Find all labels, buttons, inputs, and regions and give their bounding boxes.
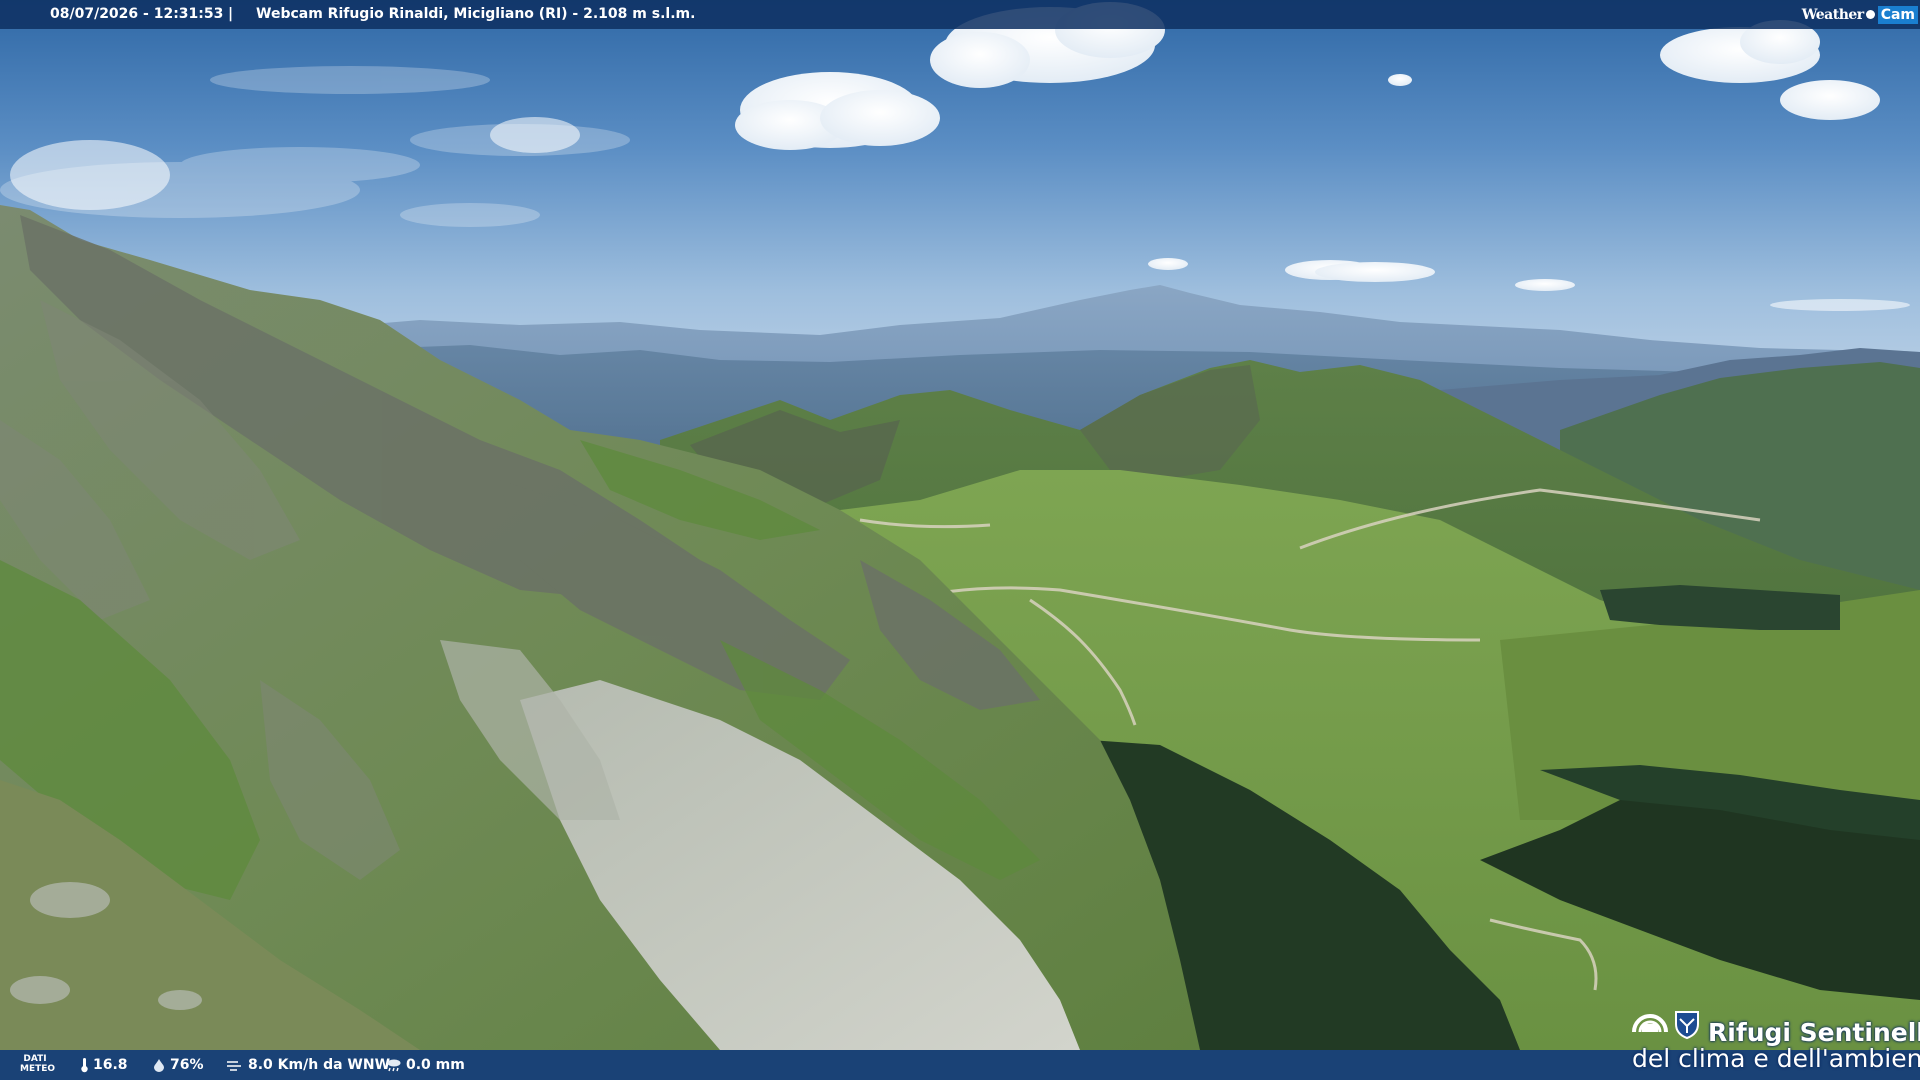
wind-reading: 8.0 Km/h da WNW bbox=[226, 1057, 390, 1073]
humidity-reading: 76% bbox=[152, 1057, 204, 1073]
humidity-value: 76% bbox=[170, 1057, 204, 1073]
thermometer-icon bbox=[81, 1058, 88, 1073]
sponsor-subtitle: del clima e dell'ambiente bbox=[1632, 1044, 1920, 1073]
weather-label-line1: DATI bbox=[23, 1054, 47, 1064]
rain-value: 0.0 mm bbox=[406, 1057, 465, 1073]
weather-label-line2: METEO bbox=[20, 1064, 56, 1074]
header-separator: | bbox=[228, 6, 234, 22]
rain-reading: 0.0 mm bbox=[386, 1057, 465, 1073]
temperature-reading: 16.8 bbox=[80, 1057, 128, 1073]
droplet-icon bbox=[154, 1059, 164, 1072]
webcam-header-bar: 08/07/2026 - 12:31:53 | Webcam Rifugio R… bbox=[0, 0, 1920, 29]
webcam-image bbox=[0, 0, 1920, 1080]
temperature-value: 16.8 bbox=[93, 1057, 128, 1073]
wind-value: 8.0 Km/h da WNW bbox=[248, 1057, 391, 1073]
webcam-title: Webcam Rifugio Rinaldi, Micigliano (RI) … bbox=[256, 6, 696, 22]
weather-data-label: DATI METEO bbox=[20, 1054, 56, 1074]
timestamp: 08/07/2026 - 12:31:53 bbox=[50, 6, 224, 22]
logo-dot-icon bbox=[1865, 10, 1875, 19]
weathercam-logo: Weather Cam bbox=[1802, 3, 1918, 26]
logo-cam-text: Cam bbox=[1877, 5, 1918, 24]
rifugi-sentinella-logo: Rifugi Sentinella del clima e dell'ambie… bbox=[1628, 1000, 1920, 1073]
rain-icon bbox=[387, 1059, 401, 1072]
cai-shield-logo bbox=[1675, 1011, 1699, 1040]
logo-weather-text: Weather bbox=[1801, 6, 1865, 23]
wind-icon bbox=[227, 1061, 241, 1071]
sponsor-title: Rifugi Sentinella bbox=[1708, 1018, 1920, 1047]
